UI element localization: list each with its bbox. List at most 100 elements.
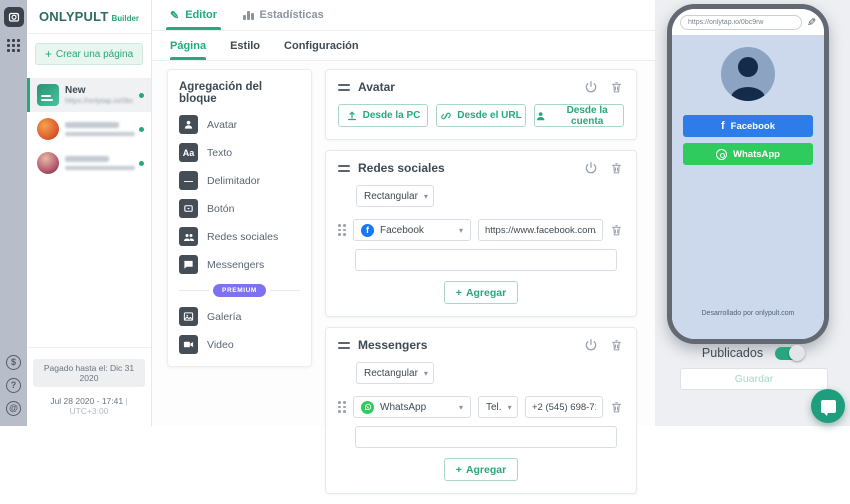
power-toggle-icon[interactable] <box>584 161 598 175</box>
chevron-down-icon: ▾ <box>418 369 428 378</box>
delimiter-icon-glyph: — <box>184 176 193 186</box>
messengers-block: Messengers Rectangular ▾ <box>325 327 637 494</box>
messengers-block-title: Messengers <box>358 338 427 352</box>
paid-until-badge: Pagado hasta el: Dic 31 2020 <box>33 359 145 387</box>
video-icon <box>179 335 198 354</box>
preview-facebook-label: Facebook <box>731 121 775 132</box>
social-networks-icon <box>179 227 198 246</box>
tab-statistics-label: Estadísticas <box>260 9 324 21</box>
messenger-select[interactable]: WhatsApp ▾ <box>353 396 471 418</box>
subtab-style[interactable]: Estilo <box>230 31 260 60</box>
power-toggle-icon[interactable] <box>584 80 598 94</box>
preview-panel: https://onlytap.io/0bc9rw ✎ f Facebook W… <box>655 0 850 426</box>
palette-item-label: Delimitador <box>207 175 260 187</box>
network-select[interactable]: f Facebook ▾ <box>353 219 471 241</box>
plus-icon: + <box>456 287 462 299</box>
tel-type-value: Tel. <box>486 402 502 413</box>
palette-item-delimiter[interactable]: — Delimitador <box>179 171 300 190</box>
messenger-icon <box>179 255 198 274</box>
publish-row: Publicados <box>655 346 850 360</box>
drag-handle-icon[interactable] <box>338 84 350 91</box>
tab-editor-label: Editor <box>185 9 217 21</box>
preview-whatsapp-button[interactable]: WhatsApp <box>683 143 813 165</box>
upload-from-pc-button[interactable]: Desde la PC <box>338 104 428 127</box>
blurred-page-title <box>65 122 119 128</box>
page-avatar <box>37 118 59 140</box>
instagram-camera-icon[interactable] <box>4 7 24 27</box>
gallery-icon <box>179 307 198 326</box>
whatsapp-icon <box>716 149 727 160</box>
phone-number-input[interactable] <box>525 396 603 418</box>
palette-item-button[interactable]: Botón <box>179 199 300 218</box>
preview-footer-credit[interactable]: Desarrollado por onlypult.com <box>672 310 824 317</box>
drag-dots-icon[interactable] <box>338 224 346 236</box>
add-social-button[interactable]: + Agregar <box>444 281 518 304</box>
create-page-button[interactable]: + Crear una página <box>35 43 143 65</box>
preview-facebook-button[interactable]: f Facebook <box>683 115 813 137</box>
save-button[interactable]: Guardar <box>680 368 828 390</box>
logo: ONLYPULT Builder <box>27 0 151 34</box>
messenger-select-value: WhatsApp <box>380 402 426 413</box>
edit-url-icon[interactable]: ✎ <box>807 16 816 29</box>
page-avatar <box>37 152 59 174</box>
palette-item-social[interactable]: Redes sociales <box>179 227 300 246</box>
publish-toggle[interactable] <box>775 347 803 360</box>
preview-url: https://onlytap.io/0bc9rw <box>688 19 764 26</box>
subscription-icon[interactable]: $ <box>6 355 21 370</box>
new-messenger-input[interactable] <box>355 426 617 448</box>
delete-block-icon[interactable] <box>610 161 624 175</box>
help-icon[interactable]: ? <box>6 378 21 393</box>
palette-item-gallery[interactable]: Galería <box>179 307 300 326</box>
delimiter-icon: — <box>179 171 198 190</box>
blurred-page-url <box>65 132 135 136</box>
tab-statistics[interactable]: Estadísticas <box>243 0 324 30</box>
add-messenger-button[interactable]: + Agregar <box>444 458 518 481</box>
delete-row-icon[interactable] <box>610 400 624 414</box>
page-item-new[interactable]: New https://onlytap.io/0bc9rw <box>27 78 151 112</box>
delete-block-icon[interactable] <box>610 80 624 94</box>
palette-item-label: Redes sociales <box>207 231 278 243</box>
timezone[interactable]: UTC+3:00 <box>70 406 109 416</box>
account-icon[interactable]: @ <box>6 401 21 416</box>
delete-row-icon[interactable] <box>610 223 624 237</box>
tab-editor[interactable]: ✎ Editor <box>170 0 217 30</box>
shape-select[interactable]: Rectangular ▾ <box>356 362 434 384</box>
editor-content: Agregación del bloque Avatar Aa Texto — … <box>152 62 655 426</box>
palette-item-messengers[interactable]: Messengers <box>179 255 300 274</box>
palette-item-label: Video <box>207 339 234 351</box>
social-url-input[interactable] <box>478 219 603 241</box>
palette-item-label: Botón <box>207 203 234 215</box>
tel-type-select[interactable]: Tel. ▾ <box>478 396 518 418</box>
apps-grid-icon[interactable] <box>7 39 20 52</box>
pencil-icon: ✎ <box>170 9 179 22</box>
subtab-page[interactable]: Página <box>170 31 206 60</box>
palette-item-text[interactable]: Aa Texto <box>179 143 300 162</box>
page-status-dot <box>139 93 144 98</box>
page-title: New <box>65 85 133 96</box>
subtab-configuration[interactable]: Configuración <box>284 31 359 60</box>
page-list: New https://onlytap.io/0bc9rw <box>27 78 151 180</box>
chevron-down-icon: ▾ <box>502 403 512 412</box>
drag-handle-icon[interactable] <box>338 342 350 349</box>
preview-url-bar[interactable]: https://onlytap.io/0bc9rw <box>680 15 802 30</box>
chevron-down-icon: ▾ <box>418 192 428 201</box>
page-item[interactable] <box>27 112 151 146</box>
from-account-button[interactable]: Desde la cuenta <box>534 104 624 127</box>
shape-select[interactable]: Rectangular ▾ <box>356 185 434 207</box>
power-toggle-icon[interactable] <box>584 338 598 352</box>
chat-widget-button[interactable] <box>811 389 845 423</box>
new-social-input[interactable] <box>355 249 617 271</box>
from-url-button[interactable]: Desde el URL <box>436 104 526 127</box>
add-social-label: Agregar <box>466 287 506 299</box>
drag-dots-icon[interactable] <box>338 401 346 413</box>
preview-avatar <box>721 47 775 101</box>
drag-handle-icon[interactable] <box>338 165 350 172</box>
publish-label: Publicados <box>702 346 763 360</box>
palette-item-avatar[interactable]: Avatar <box>179 115 300 134</box>
page-status-dot <box>139 161 144 166</box>
delete-block-icon[interactable] <box>610 338 624 352</box>
add-messenger-label: Agregar <box>466 464 506 476</box>
page-item[interactable] <box>27 146 151 180</box>
palette-item-video[interactable]: Video <box>179 335 300 354</box>
plus-icon: + <box>456 464 462 476</box>
